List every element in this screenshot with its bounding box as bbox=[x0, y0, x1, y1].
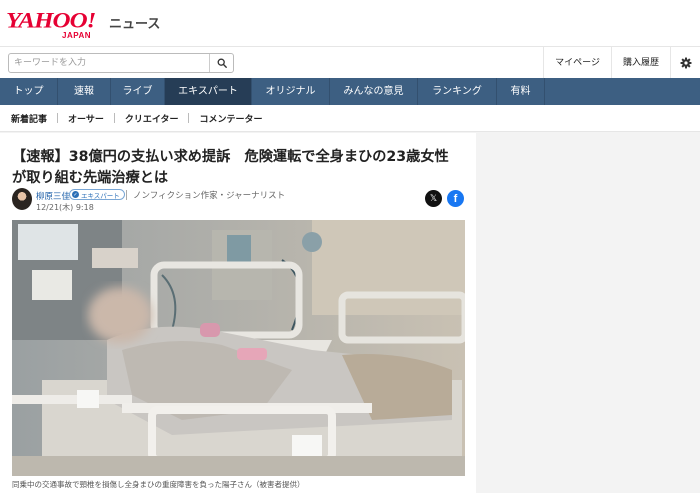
subnav-divider bbox=[57, 113, 59, 123]
share-x-button[interactable]: 𝕏 bbox=[425, 190, 442, 207]
author-avatar[interactable] bbox=[12, 188, 32, 210]
search-box bbox=[8, 53, 234, 73]
publish-date: 12/21(木) 9:18 bbox=[36, 203, 94, 212]
mypage-link[interactable]: マイページ bbox=[543, 47, 611, 79]
hospital-bed-photo bbox=[12, 220, 465, 476]
search-button[interactable] bbox=[209, 54, 233, 72]
sub-nav: 新着記事 オーサー クリエイター コメンテーター bbox=[0, 105, 700, 132]
x-logo-icon: 𝕏 bbox=[429, 193, 438, 204]
expert-badge: ✓ エキスパート bbox=[69, 189, 125, 200]
subnav-divider bbox=[113, 113, 115, 123]
article-container: 【速報】38億円の支払い求め提訴 危険運転で全身まひの23歳女性が取り組む先端治… bbox=[0, 133, 476, 493]
author-divider bbox=[126, 190, 127, 200]
photo-caption: 同乗中の交通事故で頸椎を損傷し全身まひの重度障害を負った陽子さん（被害者提供） bbox=[12, 480, 305, 489]
article-photo[interactable] bbox=[12, 220, 465, 476]
nav-expert[interactable]: エキスパート bbox=[165, 78, 252, 105]
nav-ranking[interactable]: ランキング bbox=[418, 78, 497, 105]
settings-button[interactable] bbox=[670, 47, 700, 79]
nav-opinions[interactable]: みんなの意見 bbox=[330, 78, 418, 105]
nav-original[interactable]: オリジナル bbox=[252, 78, 330, 105]
utility-links: マイページ 購入履歴 bbox=[543, 47, 700, 79]
logo-japan-text: JAPAN bbox=[62, 31, 92, 40]
nav-live[interactable]: ライブ bbox=[111, 78, 165, 105]
facebook-icon: f bbox=[453, 192, 458, 205]
check-icon: ✓ bbox=[72, 191, 79, 198]
yahoo-news-logo[interactable]: YAHOO! JAPAN ニュース bbox=[6, 8, 160, 40]
logo-yahoo-text: YAHOO! bbox=[6, 8, 96, 33]
author-role: ノンフィクション作家・ジャーナリスト bbox=[133, 191, 286, 201]
search-input[interactable] bbox=[9, 54, 209, 72]
nav-breaking[interactable]: 速報 bbox=[58, 78, 111, 105]
subnav-authors[interactable]: オーサー bbox=[68, 112, 104, 125]
search-icon bbox=[217, 58, 227, 68]
author-row: 柳原三佳 ✓ エキスパート ノンフィクション作家・ジャーナリスト 12/21(木… bbox=[12, 188, 467, 212]
gear-icon bbox=[680, 57, 691, 69]
search-bar-row: マイページ 購入履歴 bbox=[0, 46, 700, 79]
share-facebook-button[interactable]: f bbox=[447, 190, 464, 207]
purchase-history-link[interactable]: 購入履歴 bbox=[610, 47, 670, 79]
subnav-creators[interactable]: クリエイター bbox=[125, 112, 179, 125]
article-title: 【速報】38億円の支払い求め提訴 危険運転で全身まひの23歳女性が取り組む先端治… bbox=[12, 149, 449, 186]
subnav-divider bbox=[188, 113, 190, 123]
author-name-link[interactable]: 柳原三佳 bbox=[36, 190, 70, 202]
site-header: YAHOO! JAPAN ニュース bbox=[0, 0, 700, 46]
logo-news-text: ニュース bbox=[109, 17, 161, 32]
main-nav: トップ 速報 ライブ エキスパート オリジナル みんなの意見 ランキング 有料 bbox=[0, 78, 700, 105]
nav-paid[interactable]: 有料 bbox=[497, 78, 545, 105]
expert-badge-label: エキスパート bbox=[81, 191, 120, 200]
subnav-new-articles[interactable]: 新着記事 bbox=[11, 112, 47, 125]
nav-top[interactable]: トップ bbox=[0, 78, 58, 105]
subnav-commentators[interactable]: コメンテーター bbox=[199, 112, 262, 125]
